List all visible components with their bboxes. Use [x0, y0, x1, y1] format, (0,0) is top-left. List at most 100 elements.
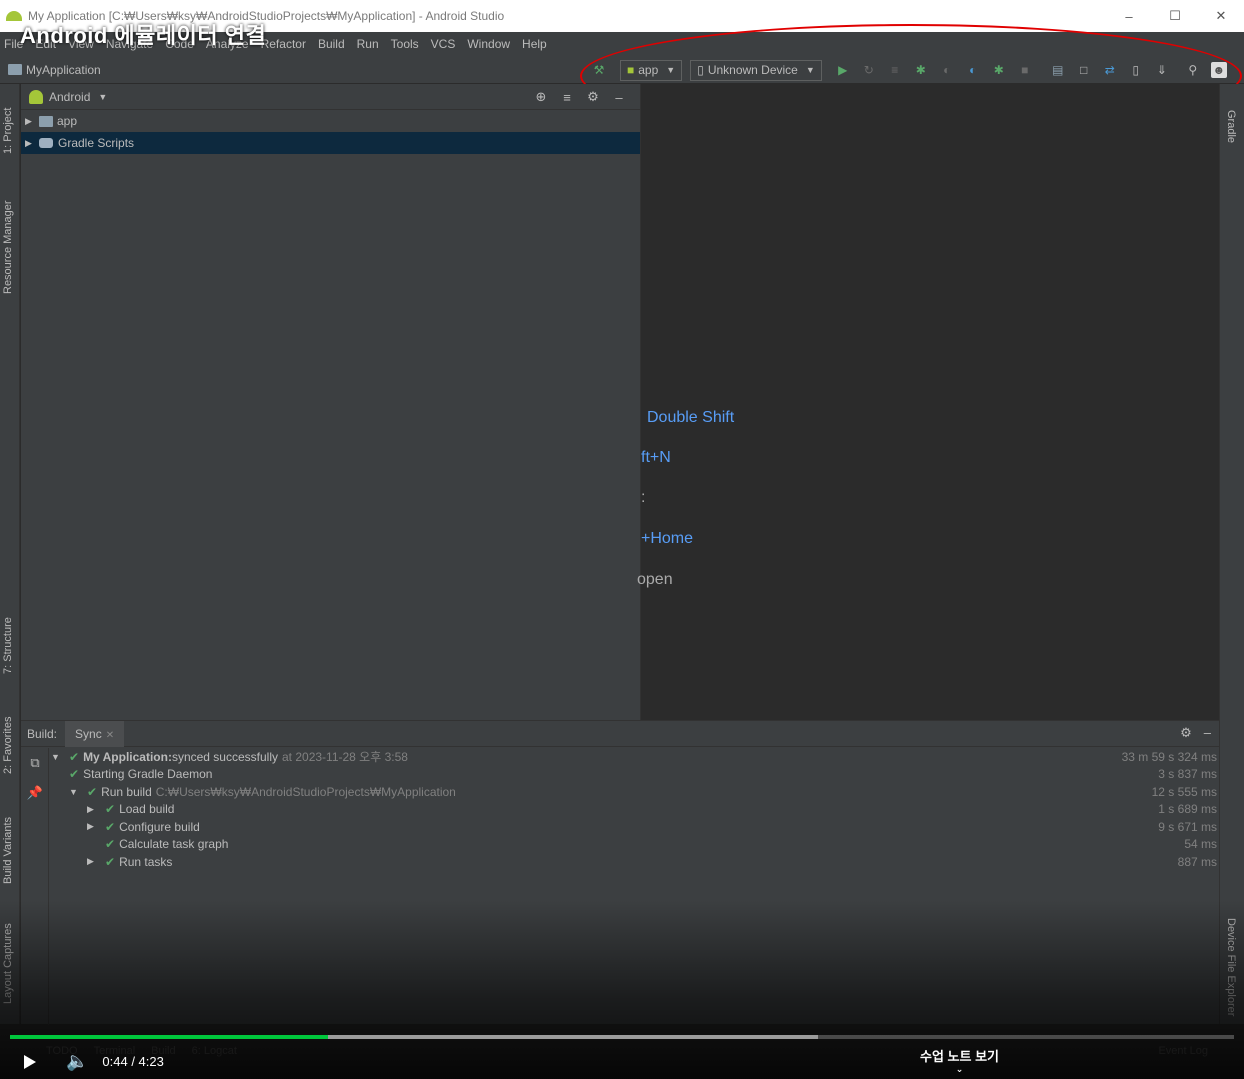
build-side-tools: ⧉ 📌 — [21, 748, 49, 1025]
tab-favorites[interactable]: 2: Favorites — [2, 717, 14, 774]
collapse-all-icon[interactable]: ≡ — [558, 88, 576, 106]
build-row-text: Configure build — [119, 819, 200, 834]
project-structure-icon[interactable]: □ — [1076, 62, 1092, 78]
menu-refactor[interactable]: Refactor — [261, 37, 306, 51]
build-row[interactable]: ▶ ✔ Run tasks 887 ms — [51, 853, 1217, 871]
make-project-hammer-icon[interactable]: ⚒ — [591, 62, 607, 78]
debug-icon[interactable]: ✱ — [913, 62, 929, 78]
account-icon[interactable]: ☻ — [1210, 62, 1227, 78]
minimize-button[interactable]: – — [1106, 0, 1152, 32]
video-progress-bar[interactable] — [10, 1035, 1234, 1039]
chevron-down-icon[interactable]: ▼ — [98, 92, 107, 102]
build-tabs: Build: Sync ✕ ⚙ – — [21, 720, 1219, 747]
build-row[interactable]: ▶ ✔ Configure build 9 s 671 ms — [51, 818, 1217, 836]
profile-icon[interactable]: ◐ — [965, 62, 981, 78]
build-row[interactable]: ✔ Calculate task graph 54 ms — [51, 836, 1217, 854]
navigation-toolbar: MyApplication ⚒ ■ app ▼ ▯ Unknown Device… — [0, 56, 1244, 84]
chevron-down-icon: ⌄ — [955, 1064, 964, 1074]
expand-arrow-icon[interactable]: ▼ — [51, 752, 69, 762]
hide-icon[interactable]: – — [1204, 725, 1211, 741]
coverage-icon[interactable]: ◐ — [939, 62, 955, 78]
expand-arrow-icon[interactable]: ▶ — [25, 138, 39, 149]
expand-arrow-icon[interactable]: ▶ — [87, 856, 105, 867]
build-row-title: My Application: — [83, 749, 172, 764]
expand-arrow-icon[interactable]: ▶ — [25, 116, 39, 127]
tree-item-label: Gradle Scripts — [58, 136, 135, 150]
build-row-text: synced successfully — [171, 749, 278, 764]
device-select[interactable]: ▯ Unknown Device ▼ — [690, 59, 822, 81]
sdk-manager-icon[interactable]: ⇓ — [1154, 62, 1170, 78]
locate-icon[interactable]: ⊕ — [532, 88, 550, 106]
close-icon[interactable]: ✕ — [106, 730, 114, 741]
gradle-elephant-icon — [39, 138, 53, 148]
editor-hint-drop-files: open — [637, 571, 673, 588]
breadcrumb[interactable]: MyApplication — [8, 63, 101, 77]
close-button[interactable]: ✕ — [1198, 0, 1244, 32]
tree-item-gradle-scripts[interactable]: ▶ Gradle Scripts — [21, 132, 640, 154]
apply-changes-icon[interactable]: ↻ — [861, 62, 877, 78]
check-icon: ✔ — [105, 837, 116, 852]
build-tree: ▼ ✔ My Application: synced successfully … — [51, 748, 1217, 871]
pin-icon[interactable]: 📌 — [21, 778, 49, 808]
expand-arrow-icon[interactable]: ▼ — [69, 787, 87, 797]
lecture-notes-button[interactable]: 수업 노트 보기 ⌄ — [920, 1046, 999, 1074]
tab-sync[interactable]: Sync ✕ — [65, 720, 125, 747]
sync-project-icon[interactable]: ▤ — [1050, 62, 1066, 78]
build-row[interactable]: ▼ ✔ Run build C:₩Users₩ksy₩AndroidStudio… — [51, 783, 1217, 801]
build-row[interactable]: ▶ ✔ Load build 1 s 689 ms — [51, 801, 1217, 819]
menu-run[interactable]: Run — [357, 37, 379, 51]
menu-tools[interactable]: Tools — [391, 37, 419, 51]
menu-vcs[interactable]: VCS — [431, 37, 456, 51]
tab-layout-captures[interactable]: Layout Captures — [2, 923, 14, 1004]
run-icon[interactable]: ▶ — [835, 62, 851, 78]
folder-icon — [8, 64, 22, 75]
stop-icon[interactable]: ■ — [1017, 62, 1033, 78]
attach-debugger-icon[interactable]: ✱ — [991, 62, 1007, 78]
project-panel-header: Android ▼ ⊕ ≡ ⚙ – — [21, 84, 640, 110]
device-icon: ▯ — [697, 63, 704, 77]
gradle-sync-icon[interactable]: ⇄ — [1102, 62, 1118, 78]
gear-icon[interactable]: ⚙ — [1180, 725, 1192, 741]
gear-icon[interactable]: ⚙ — [584, 88, 602, 106]
expand-arrow-icon[interactable]: ▶ — [87, 821, 105, 832]
project-view-select[interactable]: Android — [49, 90, 90, 104]
menu-window[interactable]: Window — [467, 37, 510, 51]
volume-icon[interactable]: 🔈 — [66, 1051, 88, 1072]
build-row-time: 3 s 837 ms — [1158, 767, 1217, 782]
tab-project[interactable]: 1: Project — [2, 108, 14, 154]
build-row-text: Starting Gradle Daemon — [83, 767, 213, 782]
build-row-detail: at 2023-11-28 오후 3:58 — [282, 750, 408, 765]
expand-arrow-icon[interactable]: ▶ — [87, 804, 105, 815]
tab-gradle[interactable]: Gradle — [1225, 110, 1237, 143]
video-time: 0:44 / 4:23 — [102, 1054, 164, 1069]
check-icon: ✔ — [87, 784, 98, 799]
search-icon[interactable]: ⚲ — [1185, 62, 1201, 78]
avd-manager-icon[interactable]: ▯ — [1128, 62, 1144, 78]
run-configuration-select[interactable]: ■ app ▼ — [620, 59, 683, 81]
menu-build[interactable]: Build — [318, 37, 345, 51]
maximize-button[interactable]: ☐ — [1152, 0, 1198, 32]
project-panel: Android ▼ ⊕ ≡ ⚙ – ▶ app ▶ Gradle Scripts — [21, 84, 641, 720]
menu-help[interactable]: Help — [522, 37, 547, 51]
apply-code-changes-icon[interactable]: ≡ — [887, 62, 903, 78]
build-row-text: Load build — [119, 802, 175, 817]
build-row-time: 54 ms — [1184, 837, 1217, 852]
tab-build-variants[interactable]: Build Variants — [2, 817, 14, 884]
build-row-time: 9 s 671 ms — [1158, 819, 1217, 834]
editor-hint-go-to-file: ft+N — [641, 449, 671, 466]
tab-resource-manager[interactable]: Resource Manager — [2, 200, 14, 294]
restart-icon[interactable]: ⧉ — [21, 748, 49, 778]
build-row-time: 1 s 689 ms — [1158, 802, 1217, 817]
run-toolbar: ⚒ ■ app ▼ ▯ Unknown Device ▼ ▶ ↻ ≡ ✱ ◐ ◐… — [586, 56, 1232, 84]
build-row[interactable]: ▼ ✔ My Application: synced successfully … — [51, 748, 1217, 766]
video-controls: 🔈 0:44 / 4:23 수업 노트 보기 ⌄ — [0, 1044, 1244, 1079]
build-row[interactable]: ✔ Starting Gradle Daemon 3 s 837 ms — [51, 766, 1217, 784]
tree-item-app[interactable]: ▶ app — [21, 110, 640, 132]
tab-device-file-explorer[interactable]: Device File Explorer — [1225, 918, 1237, 1016]
device-value: Unknown Device — [707, 63, 798, 77]
play-button[interactable] — [24, 1054, 36, 1069]
tab-structure[interactable]: 7: Structure — [2, 617, 14, 674]
project-header-actions: ⊕ ≡ ⚙ – — [524, 88, 628, 106]
build-row-text: Run tasks — [119, 854, 173, 869]
hide-icon[interactable]: – — [610, 88, 628, 106]
